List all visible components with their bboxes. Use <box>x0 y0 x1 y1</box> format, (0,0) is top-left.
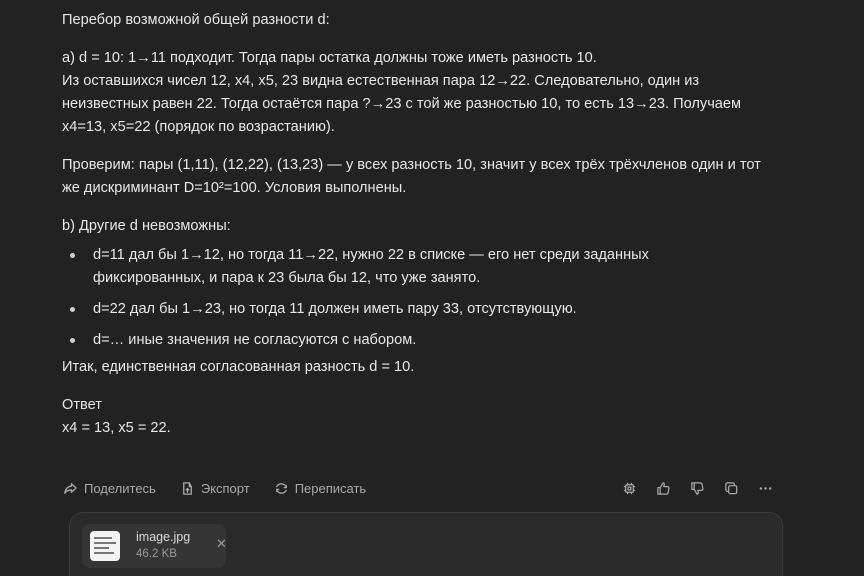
rewrite-button[interactable]: Переписать <box>274 480 367 496</box>
attachment-size: 46.2 KB <box>136 548 177 560</box>
case-a-line-3: неизвестных равен 22. Тогда остаётся пар… <box>62 96 742 112</box>
bullet-3-line-1: d=… иные значения не согласуются с набор… <box>93 332 417 348</box>
export-button[interactable]: Экспорт <box>180 481 250 496</box>
more-icon[interactable] <box>757 480 773 496</box>
list-item: d=11 дал бы 1→12, но тогда 11→22, нужно … <box>62 244 822 290</box>
list-item: d=22 дал бы 1→23, но тогда 11 должен име… <box>62 298 822 321</box>
assistant-message: Перебор возможной общей разности d: a) d… <box>62 9 822 440</box>
bullet-dot <box>70 307 75 312</box>
thumbs-up-icon[interactable] <box>655 480 671 496</box>
check-line-1: Проверим: пары (1,11), (12,22), (13,23) … <box>62 157 761 173</box>
close-icon[interactable]: ✕ <box>216 536 227 552</box>
bullet-1-line-1: d=11 дал бы 1→12, но тогда 11→22, нужно … <box>93 247 649 263</box>
image-thumbnail <box>90 531 120 561</box>
bullet-dot <box>70 338 75 343</box>
refresh-icon <box>275 482 287 494</box>
feedback-icons <box>603 480 773 496</box>
case-b-list: d=11 дал бы 1→12, но тогда 11→22, нужно … <box>62 244 822 352</box>
share-icon <box>64 482 77 494</box>
bullet-2-line-1: d=22 дал бы 1→23, но тогда 11 должен име… <box>93 301 577 317</box>
case-a-line-2: Из оставшихся чисел 12, x4, x5, 23 видна… <box>62 73 700 89</box>
export-icon <box>182 481 192 495</box>
answer-value: x4 = 13, x5 = 22. <box>62 420 171 436</box>
export-label: Экспорт <box>200 480 250 496</box>
check-line-2: же дискриминант D=10²=100. Условия выпол… <box>62 180 407 196</box>
intro-text: Перебор возможной общей разности d: <box>62 12 330 28</box>
attachment-chip[interactable]: image.jpg 46.2 KB ✕ <box>82 524 227 568</box>
bullet-1-line-2: фиксированных, и пара к 23 была бы 12, ч… <box>93 270 481 286</box>
conclusion-text: Итак, единственная согласованная разност… <box>62 359 415 375</box>
composer[interactable]: image.jpg 46.2 KB ✕ <box>69 512 783 576</box>
message-actions-bar: Поделитесь Экспорт Переписать <box>63 478 773 498</box>
chip-icon[interactable] <box>621 480 637 496</box>
case-b-heading: b) Другие d невозможны: <box>62 218 231 234</box>
case-a-line-4: x4=13, x5=22 (порядок по возрастанию). <box>62 119 335 135</box>
bullet-dot <box>70 253 75 258</box>
share-label: Поделитесь <box>84 480 156 496</box>
thumbs-down-icon[interactable] <box>689 480 705 496</box>
rewrite-label: Переписать <box>294 480 367 496</box>
attachment-name: image.jpg <box>136 530 191 544</box>
answer-label: Ответ <box>62 397 102 413</box>
list-item: d=… иные значения не согласуются с набор… <box>62 329 822 352</box>
share-button[interactable]: Поделитесь <box>63 481 156 496</box>
copy-icon[interactable] <box>723 480 739 496</box>
case-a-line-1: a) d = 10: 1→11 подходит. Тогда пары ост… <box>62 50 597 66</box>
